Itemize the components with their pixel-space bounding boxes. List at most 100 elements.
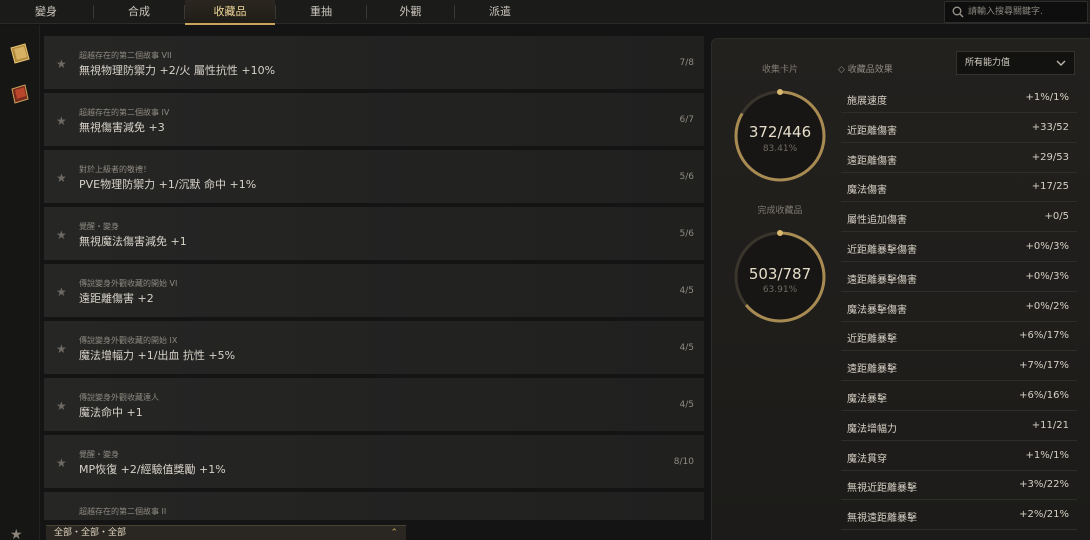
collection-effect: 無視傷害減免 +3 [79,121,165,134]
stat-row: 遠距離傷害 +29/53 [841,144,1077,173]
stat-value: +17/25 [1031,181,1069,193]
stat-value: +6%/16% [1019,390,1069,401]
collection-progress: 4/5 [679,400,694,410]
search-icon [952,6,964,18]
stat-value: +0%/3% [1025,270,1069,282]
dropdown-selected: 所有能力值 [965,58,1011,68]
collection-series: 覺醒・變身 [79,222,119,231]
book-red-icon[interactable] [7,81,33,107]
book-gold-icon[interactable] [7,41,33,67]
collection-effect: 無視魔法傷害減免 +1 [79,235,187,248]
list-item[interactable]: ★ 傳說變身外觀收藏的開始 VI 遠距離傷害 +2 4/5 [44,264,704,319]
stat-row: 無視遠距離暴擊 +2%/21% [841,501,1077,531]
favorite-star-icon[interactable]: ★ [56,228,67,242]
completed-gauge-percent: 63.91% [762,285,798,295]
list-item[interactable]: ★ 覺醒・變身 無視魔法傷害減免 +1 5/6 [44,207,704,262]
list-item[interactable]: ★ 傳說變身外觀收藏的開始 IX 魔法增幅力 +1/出血 抗性 +5% 4/5 [44,321,704,376]
stat-name: 魔法貫穿 [847,453,887,465]
search-box [944,1,1088,23]
tab-dispatch[interactable]: 派遣 [455,0,545,24]
completed-gauge-value: 503/787 [748,265,812,283]
effects-title-text: 收藏品效果 [847,65,893,75]
stat-name: 遠距離傷害 [847,155,897,167]
stat-row: 屬性追加傷害 +0/5 [841,203,1077,233]
collection-series: 傳說變身外觀收藏達人 [79,393,159,402]
tab-collection[interactable]: 收藏品 [185,0,275,25]
collection-series: 超越存在的第二個故事 VII [79,51,172,60]
stat-name: 魔法傷害 [847,185,887,197]
stat-name: 遠距離暴擊 [847,364,897,376]
collection-series: 對於上級者的敬禮！ [79,165,151,174]
tab-reroll[interactable]: 重抽 [276,0,366,24]
stat-name: 魔法暴擊傷害 [847,304,907,316]
stat-value: +0/5 [1044,211,1069,223]
collection-progress: 5/6 [679,172,694,182]
stat-value: +33/52 [1031,121,1069,133]
collection-list: ★ 超越存在的第二個故事 VII 無視物理防禦力 +2/火 屬性抗性 +10% … [44,36,704,520]
chevron-up-icon: ⌃ [390,528,398,538]
star-icon[interactable]: ★ [10,527,23,540]
stat-row: 魔法貫穿 +1%/1% [841,442,1077,471]
chevron-down-icon [1056,60,1066,66]
collection-series: 超越存在的第二個故事 IV [79,108,170,117]
collection-progress: 4/5 [679,286,694,296]
collection-progress: 7/8 [679,58,694,68]
list-item[interactable]: ★ 對於上級者的敬禮！ PVE物理防禦力 +1/沉默 命中 +1% 5/6 [44,150,704,205]
left-rail: ★ [0,25,40,540]
collection-effect: PVE物理防禦力 +1/沉默 命中 +1% [79,178,257,191]
tab-transform[interactable]: 變身 [0,0,92,24]
stat-value: +1%/1% [1025,92,1069,103]
list-item[interactable]: ★ 超越存在的第二個故事 II [44,492,704,520]
favorite-star-icon[interactable]: ★ [56,114,67,128]
list-item[interactable]: ★ 超越存在的第二個故事 IV 無視傷害減免 +3 6/7 [44,93,704,148]
collection-progress: 5/6 [679,229,694,239]
favorite-star-icon[interactable]: ★ [56,171,67,185]
cards-gauge: 372/446 83.41% [730,86,830,186]
collection-series: 超越存在的第二個故事 II [79,507,167,516]
stat-value: +29/53 [1031,151,1069,163]
diamond-icon: ◇ [838,65,845,75]
stat-value: +3%/22% [1019,479,1069,491]
stat-name: 遠距離暴擊傷害 [847,274,917,286]
stat-row: 近距離暴擊傷害 +0%/3% [841,233,1077,262]
stat-value: +2%/21% [1019,509,1069,521]
list-item[interactable]: ★ 覺醒・變身 MP恢復 +2/經驗值獎勵 +1% 8/10 [44,435,704,490]
list-item[interactable]: ★ 傳說變身外觀收藏達人 魔法命中 +1 4/5 [44,378,704,433]
collection-progress: 6/7 [679,115,694,125]
collection-effect: 遠距離傷害 +2 [79,292,154,305]
filter-label: 全部・全部・全部 [54,528,127,538]
cards-gauge-title: 收集卡片 [761,65,798,75]
list-item[interactable]: ★ 超越存在的第二個故事 VII 無視物理防禦力 +2/火 屬性抗性 +10% … [44,36,704,91]
stat-value: +1%/1% [1025,449,1069,461]
tab-synthesis[interactable]: 合成 [94,0,184,24]
stat-value: +7%/17% [1019,360,1069,372]
completed-gauge-title: 完成收藏品 [757,206,803,216]
favorite-star-icon[interactable]: ★ [56,57,67,71]
stat-value: +6%/17% [1019,330,1069,342]
stat-filter-dropdown[interactable]: 所有能力值 [956,51,1075,75]
stat-name: 近距離暴擊 [847,334,897,346]
stat-row: 遠距離暴擊 +7%/17% [841,352,1077,382]
stat-name: 近距離傷害 [847,125,897,137]
stat-name: 近距離暴擊傷害 [847,245,917,256]
collection-effect: MP恢復 +2/經驗值獎勵 +1% [79,463,226,476]
collection-progress: 4/5 [679,343,694,353]
favorite-star-icon[interactable]: ★ [56,399,67,413]
stat-row: 施展速度 +1%/1% [841,84,1077,113]
search-input[interactable] [968,4,1086,20]
stat-value: +11/21 [1031,419,1069,431]
stat-row: 近距離傷害 +33/52 [841,114,1077,143]
filter-bar[interactable]: 全部・全部・全部 ⌃ [46,525,406,540]
favorite-star-icon[interactable]: ★ [56,285,67,299]
stat-name: 無視遠距離暴擊 [847,513,917,525]
stat-name: 魔法暴擊 [847,394,887,405]
tab-appearance[interactable]: 外觀 [367,0,454,24]
collection-effect: 無視物理防禦力 +2/火 屬性抗性 +10% [79,64,276,77]
favorite-star-icon[interactable]: ★ [56,456,67,470]
stat-value: +0%/2% [1025,300,1069,312]
stat-row: 魔法增幅力 +11/21 [841,412,1077,441]
collection-series: 覺醒・變身 [79,450,119,459]
favorite-star-icon[interactable]: ★ [56,342,67,356]
stat-name: 施展速度 [847,96,887,107]
stat-name: 屬性追加傷害 [847,215,907,227]
